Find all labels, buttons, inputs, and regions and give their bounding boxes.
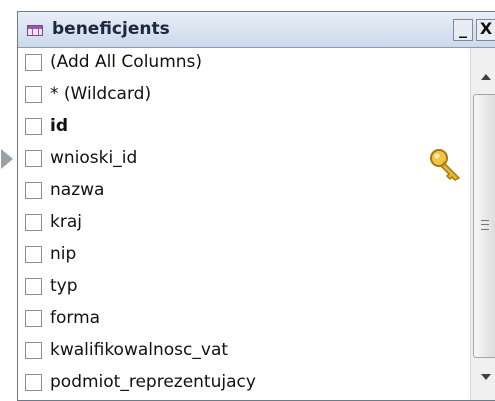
scroll-up-icon[interactable]	[481, 74, 491, 80]
column-row-kraj[interactable]: kraj	[18, 208, 470, 240]
column-checkbox[interactable]	[25, 278, 42, 295]
column-checkbox[interactable]	[25, 118, 42, 135]
column-row-nip[interactable]: nip	[18, 240, 470, 272]
column-row-forma[interactable]: forma	[18, 304, 470, 336]
table-window: beneficjents _ X (Add All Columns) * (Wi…	[17, 11, 495, 401]
column-row-nazwa[interactable]: nazwa	[18, 176, 470, 208]
column-checkbox[interactable]	[25, 246, 42, 263]
column-checkbox[interactable]	[25, 310, 42, 327]
column-checkbox[interactable]	[25, 54, 42, 71]
column-label: wnioski_id	[50, 148, 138, 168]
column-checkbox[interactable]	[25, 342, 42, 359]
column-label: podmiot_reprezentujacy	[50, 372, 256, 392]
column-label: typ	[50, 276, 78, 296]
column-list: (Add All Columns) * (Wildcard) id wniosk…	[18, 48, 470, 400]
column-label: id	[50, 116, 68, 136]
minimize-button[interactable]: _	[453, 19, 473, 41]
column-label: nip	[50, 244, 77, 264]
column-checkbox[interactable]	[25, 214, 42, 231]
current-row-arrow-icon	[1, 149, 13, 169]
scroll-down-icon[interactable]	[481, 374, 491, 380]
key-icon	[430, 149, 461, 181]
column-row-podmiot-reprezentujacy[interactable]: podmiot_reprezentujacy	[18, 368, 470, 400]
column-row-id[interactable]: id	[18, 112, 470, 144]
column-row-wnioski-id[interactable]: wnioski_id	[18, 144, 470, 176]
scrollbar-thumb[interactable]	[473, 94, 495, 358]
column-row-add-all-columns[interactable]: (Add All Columns)	[18, 48, 470, 80]
table-icon	[27, 25, 43, 36]
column-checkbox[interactable]	[25, 374, 42, 391]
column-row-typ[interactable]: typ	[18, 272, 470, 304]
column-label: kwalifikowalnosc_vat	[50, 340, 229, 360]
column-label: kraj	[50, 212, 82, 232]
scroll-grip-icon	[481, 220, 489, 230]
column-label: nazwa	[50, 180, 105, 200]
table-title: beneficjents	[52, 19, 170, 39]
column-checkbox[interactable]	[25, 150, 42, 167]
column-label: * (Wildcard)	[50, 84, 152, 104]
close-button[interactable]: X	[476, 19, 495, 41]
column-checkbox[interactable]	[25, 86, 42, 103]
column-row-kwalifikowalnosc-vat[interactable]: kwalifikowalnosc_vat	[18, 336, 470, 368]
column-label: forma	[50, 308, 101, 328]
column-label: (Add All Columns)	[50, 52, 203, 72]
column-row-wildcard[interactable]: * (Wildcard)	[18, 80, 470, 112]
column-checkbox[interactable]	[25, 182, 42, 199]
vertical-scrollbar[interactable]	[470, 48, 495, 400]
title-bar[interactable]: beneficjents _ X	[18, 12, 495, 48]
